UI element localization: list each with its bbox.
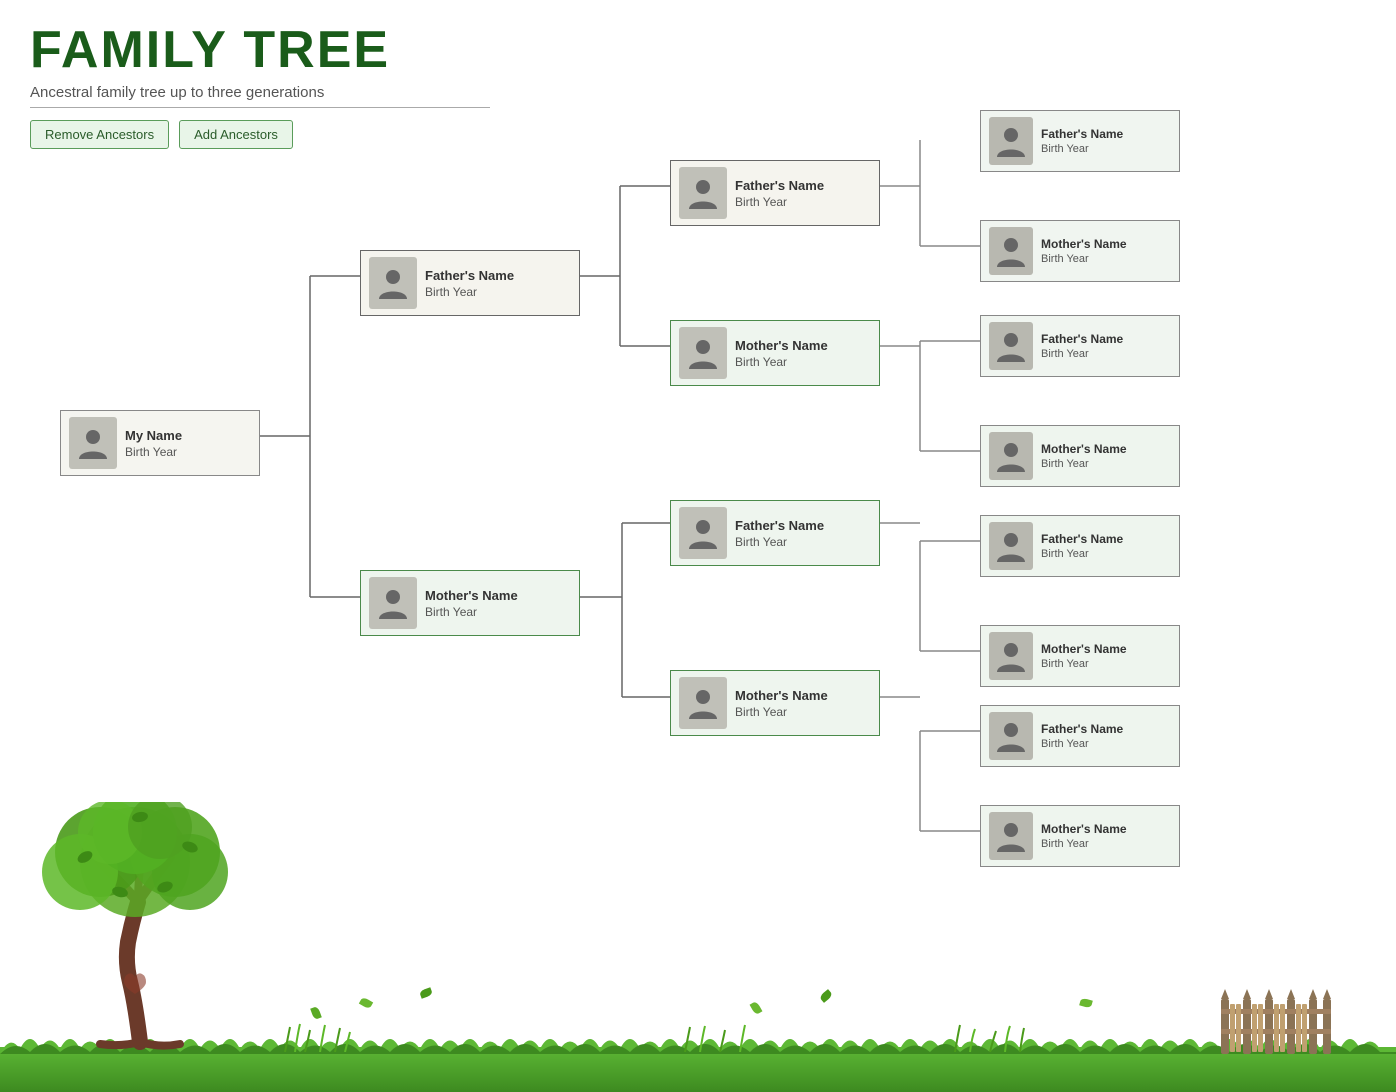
avatar-ff <box>679 167 727 219</box>
person-birth-mother: Birth Year <box>425 605 518 619</box>
person-card-mother[interactable]: Mother's Name Birth Year <box>360 570 580 636</box>
person-birth-gen3-1: Birth Year <box>1041 143 1123 155</box>
scattered-leaf-5 <box>1079 998 1093 1009</box>
person-info-fm: Mother's Name Birth Year <box>735 338 828 369</box>
person-name-father: Father's Name <box>425 268 514 283</box>
scattered-leaf-2 <box>419 987 433 999</box>
person-card-gen3-1[interactable]: Father's Name Birth Year <box>980 110 1180 172</box>
person-name-fm: Mother's Name <box>735 338 828 353</box>
scattered-leaf-6 <box>310 1006 322 1020</box>
person-birth-gen3-3: Birth Year <box>1041 348 1123 360</box>
person-icon-father <box>375 265 411 301</box>
person-card-gen3-3[interactable]: Father's Name Birth Year <box>980 315 1180 377</box>
person-card-mm[interactable]: Mother's Name Birth Year <box>670 670 880 736</box>
person-birth-gen3-6: Birth Year <box>1041 658 1127 670</box>
person-icon-gen3-8 <box>993 818 1029 854</box>
avatar-gen3-7 <box>989 712 1033 760</box>
person-name-gen3-7: Father's Name <box>1041 722 1123 736</box>
fence-illustration <box>1216 984 1336 1054</box>
bottom-decoration <box>0 972 1396 1092</box>
person-icon-gen3-6 <box>993 638 1029 674</box>
avatar-gen3-4 <box>989 432 1033 480</box>
person-birth-gen3-5: Birth Year <box>1041 548 1123 560</box>
avatar-gen3-1 <box>989 117 1033 165</box>
person-birth-ff: Birth Year <box>735 195 824 209</box>
person-name-gen3-5: Father's Name <box>1041 532 1123 546</box>
person-birth-gen3-2: Birth Year <box>1041 253 1127 265</box>
person-icon-gen3-3 <box>993 328 1029 364</box>
page-title: FAMILY TREE <box>30 20 1366 80</box>
person-birth-gen3-8: Birth Year <box>1041 838 1127 850</box>
person-birth-gen3-7: Birth Year <box>1041 738 1123 750</box>
person-info-father: Father's Name Birth Year <box>425 268 514 299</box>
person-card-father[interactable]: Father's Name Birth Year <box>360 250 580 316</box>
grass-details-3 <box>950 1022 1030 1052</box>
person-name-mf: Father's Name <box>735 518 824 533</box>
person-birth-mm: Birth Year <box>735 705 828 719</box>
person-card-mf[interactable]: Father's Name Birth Year <box>670 500 880 566</box>
avatar-gen3-8 <box>989 812 1033 860</box>
person-card-gen3-5[interactable]: Father's Name Birth Year <box>980 515 1180 577</box>
person-name-gen3-1: Father's Name <box>1041 127 1123 141</box>
person-name-gen3-8: Mother's Name <box>1041 822 1127 836</box>
page-subtitle: Ancestral family tree up to three genera… <box>30 84 490 108</box>
avatar-mf <box>679 507 727 559</box>
person-card-gen3-4[interactable]: Mother's Name Birth Year <box>980 425 1180 487</box>
person-icon-fm <box>685 335 721 371</box>
person-card-gen3-8[interactable]: Mother's Name Birth Year <box>980 805 1180 867</box>
avatar-fm <box>679 327 727 379</box>
avatar-gen3-6 <box>989 632 1033 680</box>
person-icon-gen3-1 <box>993 123 1029 159</box>
person-card-fm[interactable]: Mother's Name Birth Year <box>670 320 880 386</box>
person-info-mf: Father's Name Birth Year <box>735 518 824 549</box>
grass-details-2 <box>680 1022 760 1052</box>
person-name-mother: Mother's Name <box>425 588 518 603</box>
person-icon-mother <box>375 585 411 621</box>
person-name-gen3-6: Mother's Name <box>1041 642 1127 656</box>
person-icon-gen3-7 <box>993 718 1029 754</box>
person-name-mm: Mother's Name <box>735 688 828 703</box>
person-info-self: My Name Birth Year <box>125 428 182 459</box>
person-birth-gen3-4: Birth Year <box>1041 458 1127 470</box>
avatar-gen3-2 <box>989 227 1033 275</box>
person-name-ff: Father's Name <box>735 178 824 193</box>
header-section: FAMILY TREE Ancestral family tree up to … <box>0 0 1396 159</box>
person-name-gen3-2: Mother's Name <box>1041 237 1127 251</box>
tree-illustration <box>20 802 300 1062</box>
person-info-mm: Mother's Name Birth Year <box>735 688 828 719</box>
grass-details-1 <box>280 1022 360 1052</box>
person-icon-gen3-5 <box>993 528 1029 564</box>
person-card-ff[interactable]: Father's Name Birth Year <box>670 160 880 226</box>
person-icon-gen3-2 <box>993 233 1029 269</box>
person-birth-father: Birth Year <box>425 285 514 299</box>
person-birth-fm: Birth Year <box>735 355 828 369</box>
person-name-gen3-4: Mother's Name <box>1041 442 1127 456</box>
avatar-gen3-3 <box>989 322 1033 370</box>
person-info-ff: Father's Name Birth Year <box>735 178 824 209</box>
avatar-mm <box>679 677 727 729</box>
scattered-leaf-4 <box>819 989 833 1003</box>
person-card-gen3-6[interactable]: Mother's Name Birth Year <box>980 625 1180 687</box>
avatar-self <box>69 417 117 469</box>
avatar-father <box>369 257 417 309</box>
person-birth-self: Birth Year <box>125 445 182 459</box>
person-info-mother: Mother's Name Birth Year <box>425 588 518 619</box>
person-icon-self <box>75 425 111 461</box>
person-icon-mf <box>685 515 721 551</box>
avatar-gen3-5 <box>989 522 1033 570</box>
person-card-self[interactable]: My Name Birth Year <box>60 410 260 476</box>
person-icon-mm <box>685 685 721 721</box>
person-icon-ff <box>685 175 721 211</box>
scattered-leaf-3 <box>750 1001 763 1015</box>
avatar-mother <box>369 577 417 629</box>
person-birth-mf: Birth Year <box>735 535 824 549</box>
person-icon-gen3-4 <box>993 438 1029 474</box>
person-name-gen3-3: Father's Name <box>1041 332 1123 346</box>
scattered-leaf-1 <box>359 997 373 1010</box>
person-card-gen3-2[interactable]: Mother's Name Birth Year <box>980 220 1180 282</box>
person-name-self: My Name <box>125 428 182 443</box>
person-card-gen3-7[interactable]: Father's Name Birth Year <box>980 705 1180 767</box>
